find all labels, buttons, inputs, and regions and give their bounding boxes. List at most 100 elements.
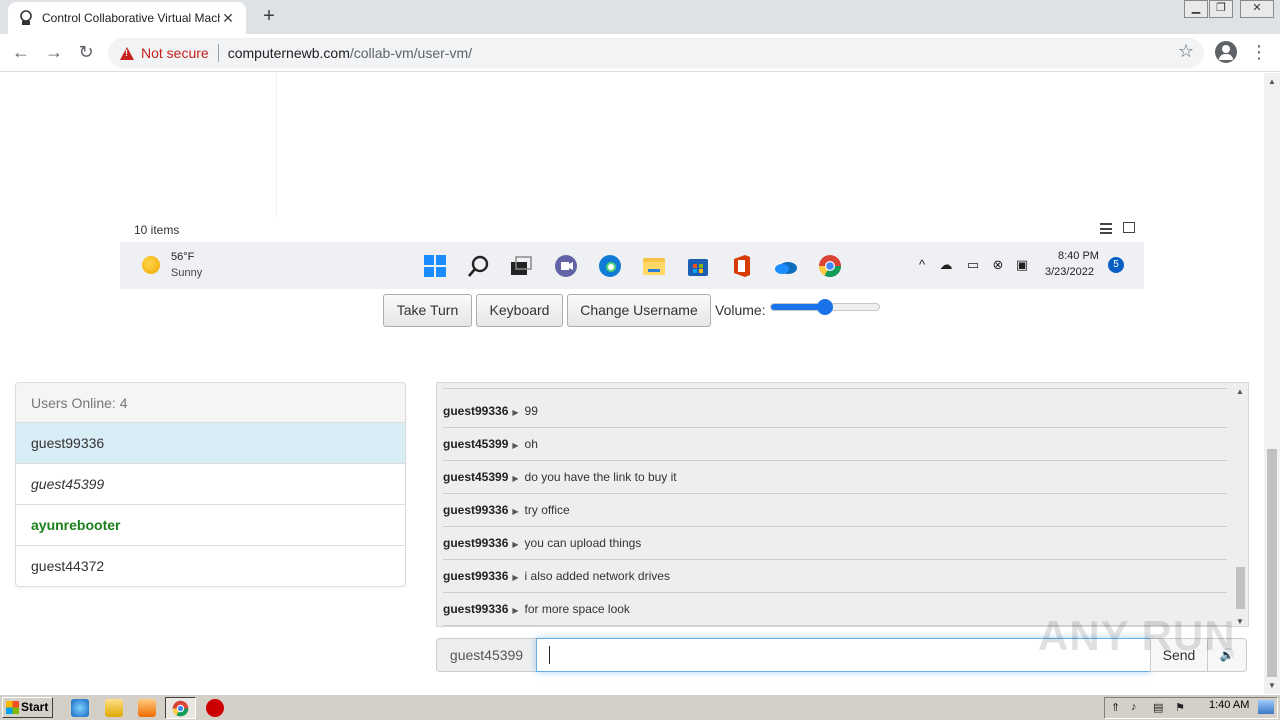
- chat-message-text: 99: [524, 404, 538, 418]
- keyboard-button[interactable]: Keyboard: [476, 294, 563, 327]
- restore-window-button[interactable]: ❐: [1209, 0, 1233, 18]
- new-tab-button[interactable]: +: [258, 6, 280, 28]
- chat-username-label: guest45399: [436, 638, 537, 672]
- chat-message: guest99336 ▶ try office: [443, 494, 1227, 527]
- volume-label: Volume:: [715, 302, 766, 318]
- windows11-taskbar: 56°F Sunny ^ ☁ ▭ ⊗ ▣ 8:40 PM 3/23/2022 5: [120, 242, 1144, 289]
- user-list-item[interactable]: guest99336: [16, 423, 405, 464]
- chat-message-text: you can upload things: [524, 536, 642, 550]
- chat-message-user[interactable]: guest45399: [443, 437, 508, 451]
- chat-message-text: oh: [524, 437, 538, 451]
- chat-message: guest99336 ▶ you can upload things: [443, 527, 1227, 560]
- user-list-item[interactable]: guest44372: [16, 546, 405, 586]
- host-taskbar: Start ⇑ ♪ ▤ ⚑ 1:40 AM: [0, 694, 1280, 720]
- chat-message-text: for more space look: [524, 602, 630, 616]
- chat-message-user[interactable]: guest45399: [443, 470, 508, 484]
- volume-tray-icon[interactable]: ♪: [1131, 701, 1137, 713]
- chrome-taskbar-button[interactable]: [165, 697, 196, 719]
- chat-scrollbar[interactable]: ▲ ▼: [1232, 383, 1248, 626]
- battery-tray-icon[interactable]: ▣: [1013, 257, 1031, 273]
- vm-screen[interactable]: 10 items 56°F Sunny ^ ☁ ▭ ⊗ ▣ 8:40 PM 3/…: [120, 73, 1144, 289]
- windows-start-icon[interactable]: [423, 254, 447, 278]
- close-window-button[interactable]: ✕: [1240, 0, 1274, 18]
- teams-chat-icon[interactable]: [554, 254, 578, 278]
- forward-button[interactable]: →: [42, 41, 66, 65]
- reload-button[interactable]: ↻: [74, 41, 98, 65]
- weather-description[interactable]: Sunny: [171, 267, 202, 279]
- file-explorer-icon[interactable]: [642, 254, 666, 278]
- explorer-folder-icon[interactable]: [105, 699, 123, 717]
- omnibox-divider: [217, 44, 219, 62]
- bookmark-star-icon[interactable]: ☆: [1178, 41, 1194, 62]
- display-tray-icon[interactable]: ▭: [964, 257, 982, 273]
- close-tab-icon[interactable]: ✕: [220, 10, 236, 27]
- minimize-window-button[interactable]: ▁: [1184, 0, 1208, 18]
- onedrive-icon[interactable]: [774, 254, 798, 278]
- chat-separator-icon: ▶: [512, 573, 519, 582]
- profile-avatar-icon[interactable]: [1215, 41, 1237, 63]
- weather-temperature[interactable]: 56°F: [171, 251, 194, 263]
- user-list-item[interactable]: ayunrebooter: [16, 505, 405, 546]
- chat-message-user[interactable]: guest99336: [443, 536, 508, 550]
- network-disconnected-icon[interactable]: ⊗: [989, 257, 1007, 273]
- change-username-button[interactable]: Change Username: [567, 294, 711, 327]
- chat-message: guest45399 ▶ oh: [443, 428, 1227, 461]
- tray-expand-icon[interactable]: ⇑: [1111, 701, 1120, 714]
- url-host: computernewb.com: [227, 45, 350, 61]
- warning-icon: [120, 46, 134, 60]
- volume-slider-thumb[interactable]: [817, 299, 833, 315]
- chat-log[interactable]: guest99336 ▶ 99 guest45399 ▶ oh guest45399 ▶ do …: [436, 382, 1249, 627]
- chat-scroll-down-icon[interactable]: ▼: [1236, 617, 1244, 626]
- chat-message-text: i also added network drives: [524, 569, 670, 583]
- address-bar[interactable]: Not secure computernewb.com/collab-vm/us…: [108, 38, 1204, 68]
- more-menu-icon[interactable]: ⋮: [1250, 40, 1268, 64]
- scroll-up-icon[interactable]: ▲: [1268, 77, 1276, 86]
- search-icon[interactable]: [467, 254, 491, 278]
- chat-separator-icon: ▶: [512, 408, 519, 417]
- users-online-heading: Users Online: 4: [16, 383, 405, 423]
- vm-clock-date[interactable]: 3/23/2022: [1045, 266, 1094, 278]
- microsoft-store-icon[interactable]: [686, 254, 710, 278]
- chat-message-user[interactable]: guest99336: [443, 569, 508, 583]
- windows-logo-icon: [6, 701, 19, 714]
- scroll-down-icon[interactable]: ▼: [1268, 681, 1276, 690]
- show-desktop-icon[interactable]: [1258, 700, 1274, 714]
- take-turn-button[interactable]: Take Turn: [383, 294, 472, 327]
- back-button[interactable]: ←: [9, 41, 33, 65]
- chrome-icon[interactable]: [818, 254, 842, 278]
- onedrive-tray-icon[interactable]: ☁: [937, 257, 955, 273]
- start-button[interactable]: Start: [2, 697, 53, 718]
- chat-message: guest45399 ▶ do you have the link to buy i…: [443, 461, 1227, 494]
- weather-sun-icon[interactable]: [142, 256, 160, 274]
- chat-message-text: try office: [524, 503, 570, 517]
- page-scrollbar[interactable]: ▲ ▼: [1264, 73, 1280, 694]
- chat-separator-icon: ▶: [512, 474, 519, 483]
- security-label[interactable]: Not secure: [141, 45, 209, 61]
- browser-toolbar: ← → ↻ Not secure computernewb.com/collab…: [0, 34, 1280, 72]
- page-scroll-thumb[interactable]: [1267, 449, 1277, 677]
- chat-message-user[interactable]: guest99336: [443, 503, 508, 517]
- browser-tab[interactable]: Control Collaborative Virtual Machine ✕: [8, 2, 246, 34]
- chat-separator-icon: ▶: [512, 540, 519, 549]
- chat-message: guest99336 ▶ i also added network drives: [443, 560, 1227, 593]
- host-clock[interactable]: 1:40 AM: [1209, 699, 1249, 711]
- notification-badge[interactable]: 5: [1108, 257, 1124, 273]
- details-view-icon[interactable]: [1100, 223, 1112, 234]
- edge-icon[interactable]: [598, 254, 622, 278]
- media-player-icon[interactable]: [138, 699, 156, 717]
- start-label: Start: [21, 700, 49, 714]
- office-icon[interactable]: [730, 254, 754, 278]
- network-tray-icon[interactable]: ▤: [1153, 701, 1163, 714]
- chat-scroll-thumb[interactable]: [1236, 567, 1245, 609]
- vm-clock-time[interactable]: 8:40 PM: [1058, 250, 1099, 262]
- user-list-item[interactable]: guest45399: [16, 464, 405, 505]
- show-hidden-icons-icon[interactable]: ^: [913, 257, 931, 272]
- flag-tray-icon[interactable]: ⚑: [1175, 701, 1185, 714]
- internet-explorer-icon[interactable]: [71, 699, 89, 717]
- chat-message-user[interactable]: guest99336: [443, 404, 508, 418]
- task-view-icon[interactable]: [509, 254, 533, 278]
- chat-scroll-up-icon[interactable]: ▲: [1236, 387, 1244, 396]
- chat-message-user[interactable]: guest99336: [443, 602, 508, 616]
- tiles-view-icon[interactable]: [1123, 222, 1135, 233]
- stop-app-icon[interactable]: [206, 699, 224, 717]
